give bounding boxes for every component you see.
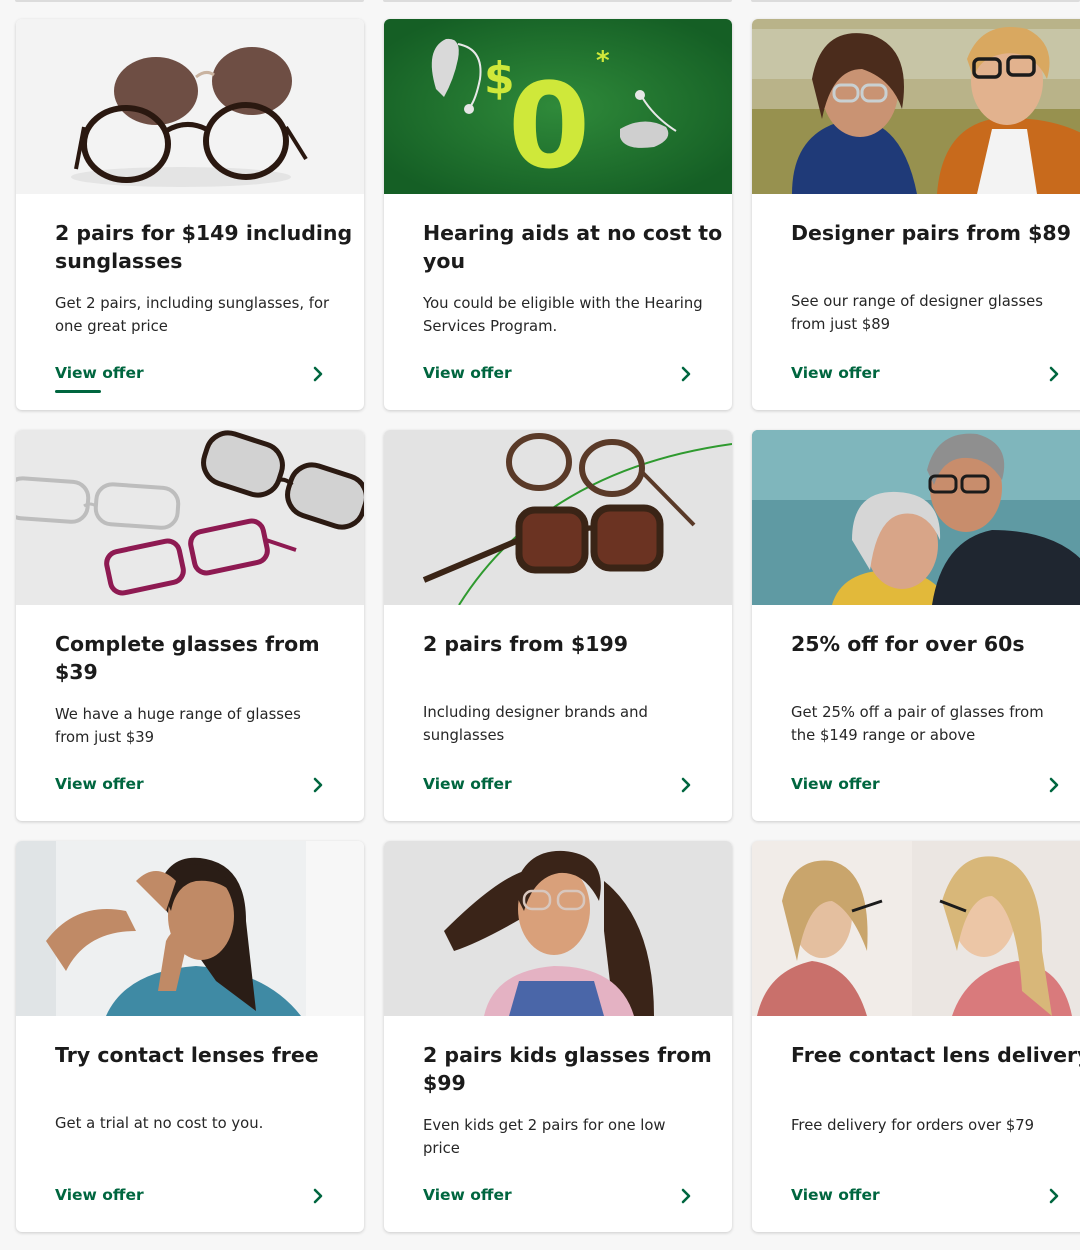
- offer-image-contact-lens: [16, 841, 364, 1016]
- view-offer-label: View offer: [55, 1186, 144, 1204]
- offer-description: You could be eligible with the Hearing S…: [423, 295, 703, 335]
- offer-image-senior-couple: [752, 430, 1080, 605]
- view-offer-link[interactable]: View offer: [791, 774, 1061, 810]
- view-offer-link[interactable]: View offer: [55, 1185, 325, 1221]
- view-offer-label: View offer: [423, 1186, 512, 1204]
- view-offer-link[interactable]: View offer: [55, 774, 325, 810]
- chevron-right-icon: [681, 777, 691, 793]
- chevron-right-icon: [1049, 366, 1059, 382]
- offer-image-designer-frames: [384, 430, 732, 605]
- view-offer-link[interactable]: View offer: [423, 774, 693, 810]
- view-offer-label: View offer: [423, 775, 512, 793]
- offer-card-contact-trial[interactable]: Try contact lenses free Get a trial at n…: [16, 841, 364, 1232]
- offer-title: Complete glasses from $39: [55, 632, 320, 684]
- offer-image-hearing-aids: $ 0 *: [384, 19, 732, 194]
- view-offer-label: View offer: [55, 364, 144, 382]
- offer-title: Try contact lenses free: [55, 1043, 319, 1067]
- offer-title: Designer pairs from $89: [791, 221, 1071, 245]
- offer-description: Even kids get 2 pairs for one low price: [423, 1117, 666, 1157]
- promo-asterisk: *: [596, 46, 610, 76]
- view-offer-label: View offer: [791, 1186, 880, 1204]
- offer-description: Free delivery for orders over $79: [791, 1117, 1035, 1134]
- view-offer-underline: [55, 390, 101, 393]
- view-offer-link[interactable]: View offer: [423, 363, 693, 399]
- offer-title: Hearing aids at no cost to you: [423, 221, 723, 273]
- view-offer-label: View offer: [423, 364, 512, 382]
- view-offer-label: View offer: [791, 775, 880, 793]
- offer-description: Get 2 pairs, including sunglasses, for o…: [55, 295, 330, 335]
- offer-card-kids-99[interactable]: 2 pairs kids glasses from $99 Even kids …: [384, 841, 732, 1232]
- chevron-right-icon: [313, 366, 323, 382]
- offer-title: 2 pairs for $149 including sunglasses: [55, 221, 353, 273]
- offer-card-2-pairs-149[interactable]: 2 pairs for $149 including sunglasses Ge…: [16, 19, 364, 410]
- offer-image-girl-glasses: [384, 841, 732, 1016]
- offer-description: Including designer brands and sunglasses: [423, 704, 648, 744]
- chevron-right-icon: [681, 1188, 691, 1204]
- view-offer-label: View offer: [55, 775, 144, 793]
- chevron-right-icon: [681, 366, 691, 382]
- view-offer-link[interactable]: View offer: [791, 363, 1061, 399]
- chevron-right-icon: [313, 777, 323, 793]
- offer-title: 2 pairs from $199: [423, 632, 629, 656]
- offer-card-free-delivery[interactable]: Free contact lens delivery Free delivery…: [752, 841, 1080, 1232]
- offer-image-couple: [752, 19, 1080, 194]
- offer-title: Free contact lens delivery: [791, 1043, 1080, 1067]
- chevron-right-icon: [1049, 1188, 1059, 1204]
- view-offer-link[interactable]: View offer: [55, 363, 325, 399]
- offer-image-mascara-mirror: [752, 841, 1080, 1016]
- offer-card-over-60s[interactable]: 25% off for over 60s Get 25% off a pair …: [752, 430, 1080, 821]
- offer-image-two-pairs: [16, 19, 364, 194]
- chevron-right-icon: [1049, 777, 1059, 793]
- offer-card-designer-89[interactable]: Designer pairs from $89 See our range of…: [752, 19, 1080, 410]
- offer-image-assorted-frames: [16, 430, 364, 605]
- offer-title: 2 pairs kids glasses from $99: [423, 1043, 712, 1095]
- promo-zero-amount: 0: [508, 57, 590, 194]
- offer-description: We have a huge range of glasses from jus…: [55, 706, 301, 746]
- view-offer-label: View offer: [791, 364, 880, 382]
- offer-card-hearing-aids[interactable]: $ 0 * Hearing aids at no cost to you You…: [384, 19, 732, 410]
- previous-row-edge: [0, 0, 1080, 4]
- view-offer-link[interactable]: View offer: [791, 1185, 1061, 1221]
- offer-description: Get a trial at no cost to you.: [55, 1115, 264, 1132]
- offer-description: Get 25% off a pair of glasses from the $…: [791, 704, 1044, 744]
- view-offer-link[interactable]: View offer: [423, 1185, 693, 1221]
- offer-card-2-pairs-199[interactable]: 2 pairs from $199 Including designer bra…: [384, 430, 732, 821]
- offer-card-complete-39[interactable]: Complete glasses from $39 We have a huge…: [16, 430, 364, 821]
- offer-title: 25% off for over 60s: [791, 632, 1025, 656]
- chevron-right-icon: [313, 1188, 323, 1204]
- offer-description: See our range of designer glasses from j…: [791, 293, 1043, 333]
